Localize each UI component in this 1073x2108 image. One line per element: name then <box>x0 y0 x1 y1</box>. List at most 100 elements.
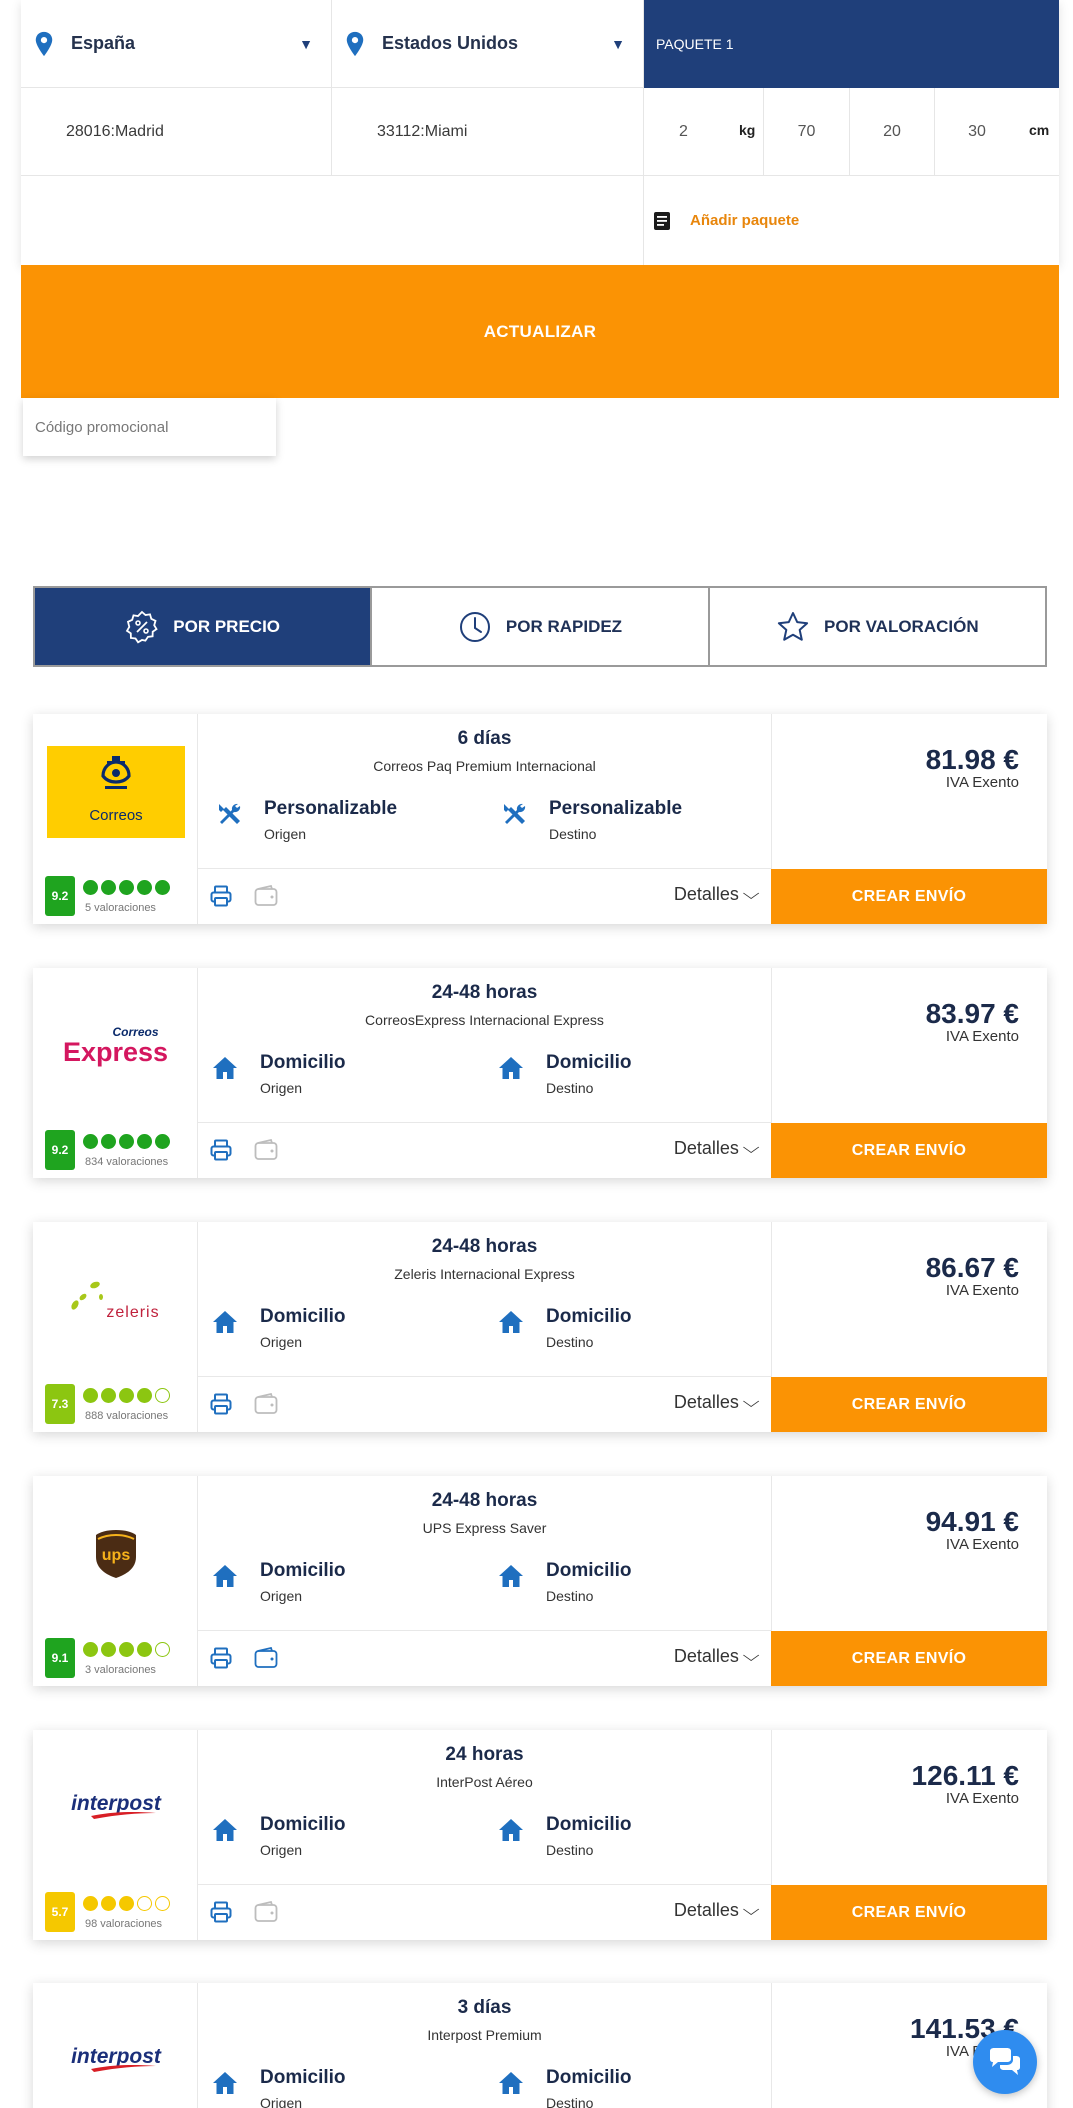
chevron-down-icon: ⌵ <box>742 885 760 903</box>
tab-by-price[interactable]: POR PRECIO <box>35 588 373 665</box>
discount-badge-icon <box>126 610 158 644</box>
destination-postal-input[interactable]: 33112:Miami <box>332 88 644 176</box>
rating-dot-empty <box>155 1896 170 1911</box>
sort-tabs: POR PRECIO POR RAPIDEZ POR VALORACIÓN <box>33 586 1047 667</box>
details-toggle[interactable]: Detalles ⌵ <box>674 1900 760 1921</box>
price: 86.67 € <box>925 1252 1019 1283</box>
carrier-rating: 9.2 5 valoraciones <box>45 876 170 916</box>
correos-express-logo: Correos Express <box>62 1024 169 1067</box>
delivery-time: 24-48 horas <box>431 982 538 1003</box>
svg-text:Correos: Correos <box>89 807 142 824</box>
create-shipment-button[interactable]: CREAR ENVÍO <box>771 1377 1047 1432</box>
review-count: 98 valoraciones <box>85 1918 163 1930</box>
rating-dots <box>83 1896 170 1911</box>
rating-dots <box>83 1388 170 1403</box>
svg-text:interpost: interpost <box>71 1792 162 1815</box>
delivery-time: 24-48 horas <box>431 1490 538 1511</box>
origin-mode-label: Domicilio <box>260 1306 346 1327</box>
origin-mode: Domicilio Origen <box>212 1052 346 1096</box>
tax-note: IVA Exento <box>945 1282 1019 1299</box>
add-package-button[interactable]: Añadir paquete <box>644 176 1059 265</box>
origin-country-value: España <box>71 33 136 53</box>
origin-label: Origen <box>260 1588 303 1604</box>
price-box: 126.11 € IVA Exento <box>771 1730 1047 1885</box>
rating-dot-empty <box>155 1642 170 1657</box>
score-badge: 9.2 <box>45 876 75 916</box>
update-button[interactable]: ACTUALIZAR <box>21 265 1059 398</box>
origin-mode-label: Domicilio <box>260 2067 346 2088</box>
rating-dots <box>83 1134 170 1149</box>
rating-dot-filled <box>119 1134 134 1149</box>
origin-mode: Domicilio Origen <box>212 1560 346 1604</box>
offer-card: interpost 3 días Interpost Premium Domic… <box>33 1983 1047 2108</box>
origin-country-select[interactable]: España ▼ <box>21 0 332 88</box>
origin-label: Origen <box>260 1080 303 1096</box>
rating-dot-filled <box>83 1896 98 1911</box>
review-count: 3 valoraciones <box>85 1664 156 1676</box>
rating-dot-filled <box>101 1388 116 1403</box>
review-count: 5 valoraciones <box>85 902 156 914</box>
rating-dot-filled <box>101 1134 116 1149</box>
destination-mode-label: Personalizable <box>549 798 683 819</box>
promo-code-input[interactable]: Código promocional <box>23 398 276 456</box>
delivery-time: 24 horas <box>445 1744 524 1765</box>
service-info: 24-48 horas CorreosExpress Internacional… <box>198 968 771 1123</box>
service-info: 24 horas InterPost Aéreo Domicilio Origen… <box>198 1730 771 1885</box>
offer-card: ups 9.1 3 valoraciones 24-48 horas UPS E… <box>33 1476 1047 1686</box>
rating-dot-filled <box>83 1134 98 1149</box>
origin-postal-input[interactable]: 28016:Madrid <box>21 88 332 176</box>
destination-label: Destino <box>546 1842 594 1858</box>
create-shipment-button[interactable]: CREAR ENVÍO <box>771 1885 1047 1940</box>
destination-country-value: Estados Unidos <box>382 33 519 53</box>
width-input[interactable]: 20 <box>850 88 935 176</box>
carrier-column: zeleris 7.3 888 valoraciones <box>33 1222 198 1432</box>
tools-icon <box>219 803 241 824</box>
create-shipment-button[interactable]: CREAR ENVÍO <box>771 1123 1047 1178</box>
details-toggle[interactable]: Detalles ⌵ <box>674 884 760 905</box>
ups-logo: ups <box>33 1476 198 1631</box>
caret-down-icon: ▼ <box>611 36 625 52</box>
carrier-column: Correos Express 9.2 834 valoraciones <box>33 968 198 1178</box>
destination-mode: Domicilio Destino <box>498 1052 632 1096</box>
destination-mode: Domicilio Destino <box>498 1814 632 1858</box>
home-icon <box>213 2072 237 2094</box>
price-box: 81.98 € IVA Exento <box>771 714 1047 869</box>
origin-mode-label: Personalizable <box>264 798 398 819</box>
printer-icon <box>210 1647 232 1669</box>
home-icon <box>213 1819 237 1841</box>
wallet-icon <box>254 1139 278 1160</box>
chat-button[interactable] <box>973 2030 1037 2094</box>
carrier-column: Correos 9.2 5 valoraciones <box>33 714 198 924</box>
service-name: Interpost Premium <box>427 2027 542 2043</box>
tab-by-speed[interactable]: POR RAPIDEZ <box>372 588 710 665</box>
printer-icon <box>210 1901 232 1923</box>
details-toggle[interactable]: Detalles ⌵ <box>674 1646 760 1667</box>
delivery-time: 3 días <box>457 1997 512 2018</box>
svg-text:zeleris: zeleris <box>106 1304 159 1321</box>
destination-mode: Personalizable Destino <box>501 798 682 842</box>
printer-icon <box>210 1139 232 1161</box>
origin-mode: Domicilio Origen <box>212 1814 346 1858</box>
caret-down-icon: ▼ <box>299 36 313 52</box>
offer-footer: Detalles ⌵ <box>198 1885 771 1940</box>
add-package-label: Añadir paquete <box>690 212 800 229</box>
score-badge: 5.7 <box>45 1892 75 1932</box>
length-input[interactable]: 70 <box>764 88 850 176</box>
origin-label: Origen <box>260 1334 303 1350</box>
svg-text:ups: ups <box>101 1547 130 1564</box>
destination-country-select[interactable]: Estados Unidos ▼ <box>332 0 644 88</box>
create-shipment-button[interactable]: CREAR ENVÍO <box>771 869 1047 924</box>
tab-label: POR PRECIO <box>173 616 281 636</box>
destination-label: Destino <box>546 1334 594 1350</box>
details-toggle[interactable]: Detalles ⌵ <box>673 1392 760 1413</box>
rating-dot-filled <box>101 880 116 895</box>
tab-by-rating[interactable]: POR VALORACIÓN <box>709 588 1045 665</box>
offer-card: zeleris 7.3 888 valoraciones 24-48 horas… <box>33 1222 1047 1432</box>
create-shipment-button[interactable]: CREAR ENVÍO <box>771 1631 1047 1686</box>
details-label: Detalles <box>673 1392 739 1412</box>
details-toggle[interactable]: Detalles ⌵ <box>674 1138 760 1159</box>
destination-mode-label: Domicilio <box>546 1814 632 1835</box>
shipping-form: España ▼ Estados Unidos ▼ PAQUETE 1 2801… <box>21 0 1059 456</box>
rating-dot-filled <box>155 1134 170 1149</box>
destination-mode-label: Domicilio <box>546 1560 632 1581</box>
